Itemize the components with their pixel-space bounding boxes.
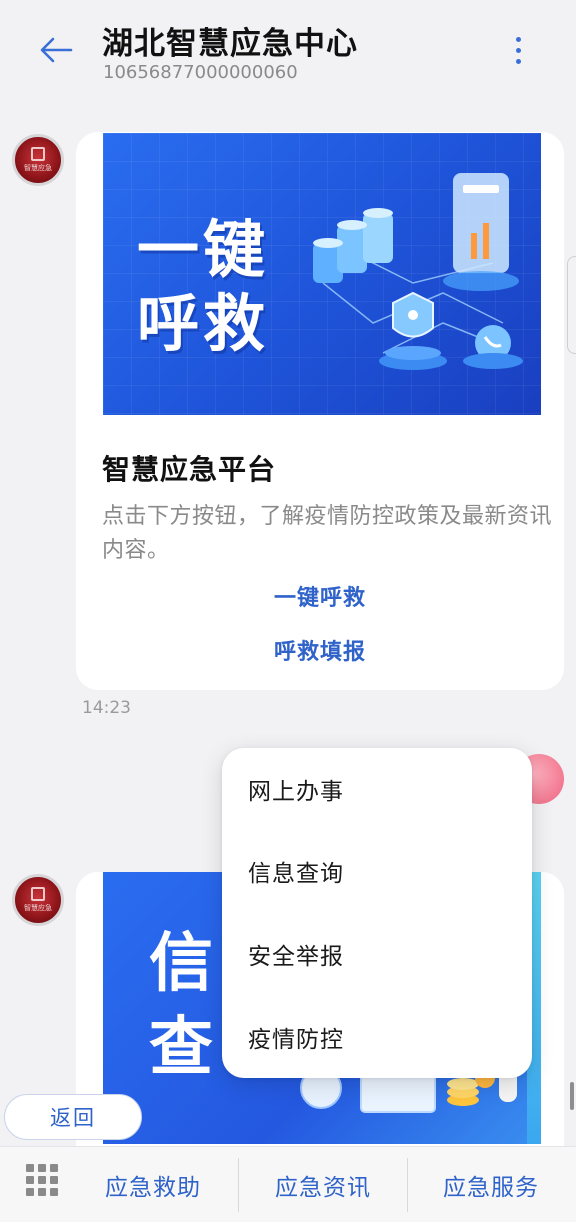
platform-illustration-icon [313, 173, 523, 370]
sender-number: 10656877000000060 [103, 62, 298, 83]
menu-item-online-services[interactable]: 网上办事 [222, 754, 532, 824]
banner2-text-line2: 查 [149, 1011, 217, 1085]
conversation-title: 湖北智慧应急中心 [102, 26, 358, 62]
tab-emergency-assistance[interactable]: 应急救助 [78, 1160, 228, 1210]
popup-menu: 网上办事 信息查询 安全举报 疫情防控 [222, 748, 532, 1078]
sender-avatar[interactable]: 智慧应急 [12, 874, 64, 926]
conversation-header: 湖北智慧应急中心 10656877000000060 [0, 0, 576, 100]
menu-item-safety-report[interactable]: 安全举报 [222, 919, 532, 989]
scrollbar[interactable] [570, 1082, 574, 1110]
tab-divider [238, 1158, 239, 1212]
more-options-icon[interactable] [506, 30, 530, 70]
keyboard-grid-icon[interactable] [26, 1164, 58, 1196]
menu-item-info-query[interactable]: 信息查询 [222, 836, 532, 906]
return-button[interactable]: 返回 [4, 1094, 142, 1140]
sender-avatar[interactable]: 智慧应急 [12, 134, 64, 186]
card-title: 智慧应急平台 [102, 453, 277, 486]
banner-text-line1: 一键 [137, 213, 270, 286]
card-description: 点击下方按钮，了解疫情防控政策及最新资讯内容。 [102, 504, 553, 563]
banner2-text-line1: 信 [149, 927, 217, 1001]
message-timestamp: 14:23 [82, 698, 131, 718]
banner-text-line2: 呼救 [137, 287, 270, 360]
rescue-report-link[interactable]: 呼救填报 [76, 634, 564, 666]
tab-emergency-services[interactable]: 应急服务 [416, 1160, 566, 1210]
one-key-rescue-link[interactable]: 一键呼救 [76, 580, 564, 612]
menu-item-epidemic-control[interactable]: 疫情防控 [222, 1002, 532, 1072]
tab-divider [407, 1158, 408, 1212]
one-key-rescue-banner[interactable]: 一键 呼救 [103, 133, 541, 415]
side-edge-handle[interactable] [567, 256, 576, 354]
back-arrow-icon[interactable] [36, 30, 76, 70]
tab-emergency-news[interactable]: 应急资讯 [248, 1160, 398, 1210]
